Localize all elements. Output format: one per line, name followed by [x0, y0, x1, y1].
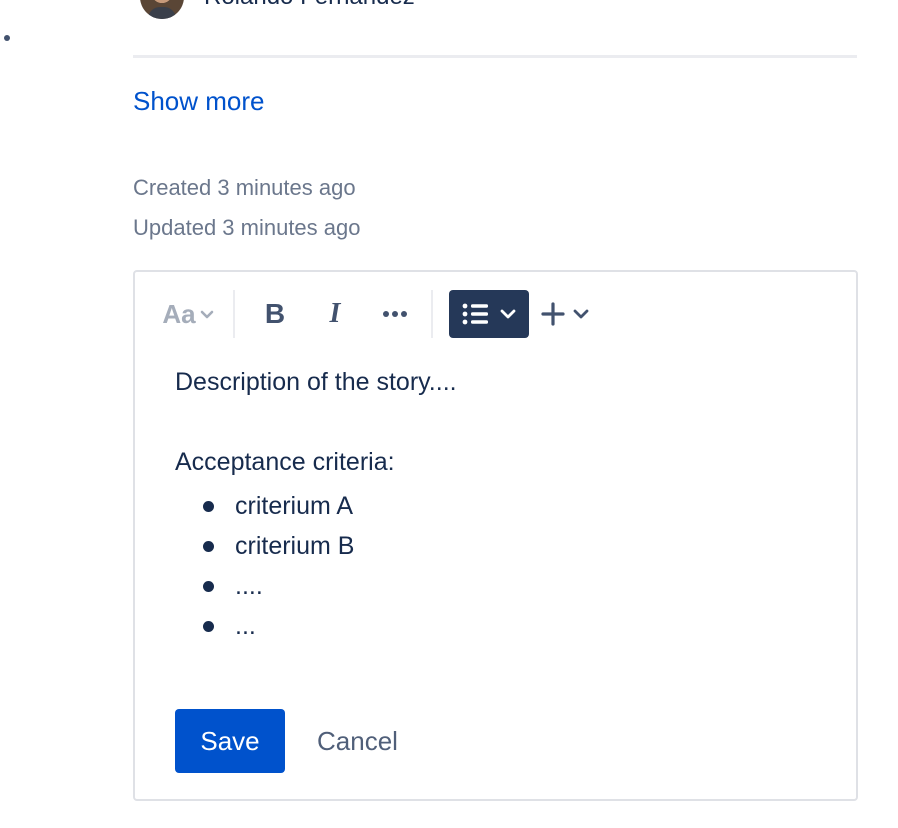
text-style-label: Aa	[162, 298, 196, 329]
insert-dropdown-button[interactable]	[533, 290, 597, 338]
bold-label: B	[264, 298, 286, 329]
created-timestamp: Created 3 minutes ago	[133, 175, 356, 200]
list-item-text: ....	[235, 572, 263, 600]
plus-icon	[541, 302, 565, 326]
bullet-dot	[203, 621, 214, 632]
list-item: ...	[175, 606, 457, 646]
list-item-text: ...	[235, 612, 256, 640]
editor-toolbar: Aa B I	[149, 290, 597, 338]
show-more-link[interactable]: Show more	[133, 86, 265, 117]
bullet-list-icon	[462, 303, 488, 325]
acceptance-criteria-heading: Acceptance criteria:	[175, 448, 395, 476]
chevron-down-icon	[200, 310, 213, 319]
acceptance-criteria-list: criterium A criterium B .... ...	[175, 486, 457, 646]
assignee-name: Rolando Fernandez	[204, 0, 415, 11]
description-paragraph: Description of the story....	[175, 368, 457, 396]
italic-button[interactable]: I	[305, 290, 365, 338]
chevron-down-icon	[500, 309, 516, 319]
italic-label: I	[329, 298, 341, 329]
issue-details-panel: Rolando Fernandez Show more Created 3 mi…	[0, 0, 898, 828]
list-item: criterium A	[175, 486, 457, 526]
divider	[133, 55, 857, 58]
editor-content[interactable]: Description of the story.... Acceptance …	[175, 362, 457, 646]
editor-actions: Save Cancel	[175, 709, 418, 773]
bold-button[interactable]: B	[245, 290, 305, 338]
text-style-dropdown[interactable]: Aa	[149, 290, 227, 338]
toolbar-separator	[431, 290, 433, 338]
list-item-text: criterium A	[235, 492, 354, 520]
updated-timestamp: Updated 3 minutes ago	[133, 215, 361, 240]
assignee-row[interactable]: Rolando Fernandez	[140, 0, 415, 20]
more-formatting-button[interactable]	[365, 290, 425, 338]
bullet-dot	[203, 501, 214, 512]
empty-line	[175, 402, 457, 442]
list-item: criterium B	[175, 526, 457, 566]
list-dropdown-button[interactable]	[449, 290, 529, 338]
bullet-dot	[203, 581, 214, 592]
save-button[interactable]: Save	[175, 709, 285, 773]
list-item: ....	[175, 566, 457, 606]
bullet-dot	[203, 541, 214, 552]
chevron-down-icon	[573, 309, 589, 319]
list-item-text: criterium B	[235, 532, 355, 560]
cancel-button[interactable]: Cancel	[297, 709, 418, 773]
toolbar-separator	[233, 290, 235, 338]
description-editor[interactable]: Aa B I Description of the story.... Acce…	[133, 270, 858, 801]
more-horizontal-icon	[383, 311, 407, 317]
bullet-dot	[4, 35, 10, 41]
avatar	[140, 0, 184, 19]
